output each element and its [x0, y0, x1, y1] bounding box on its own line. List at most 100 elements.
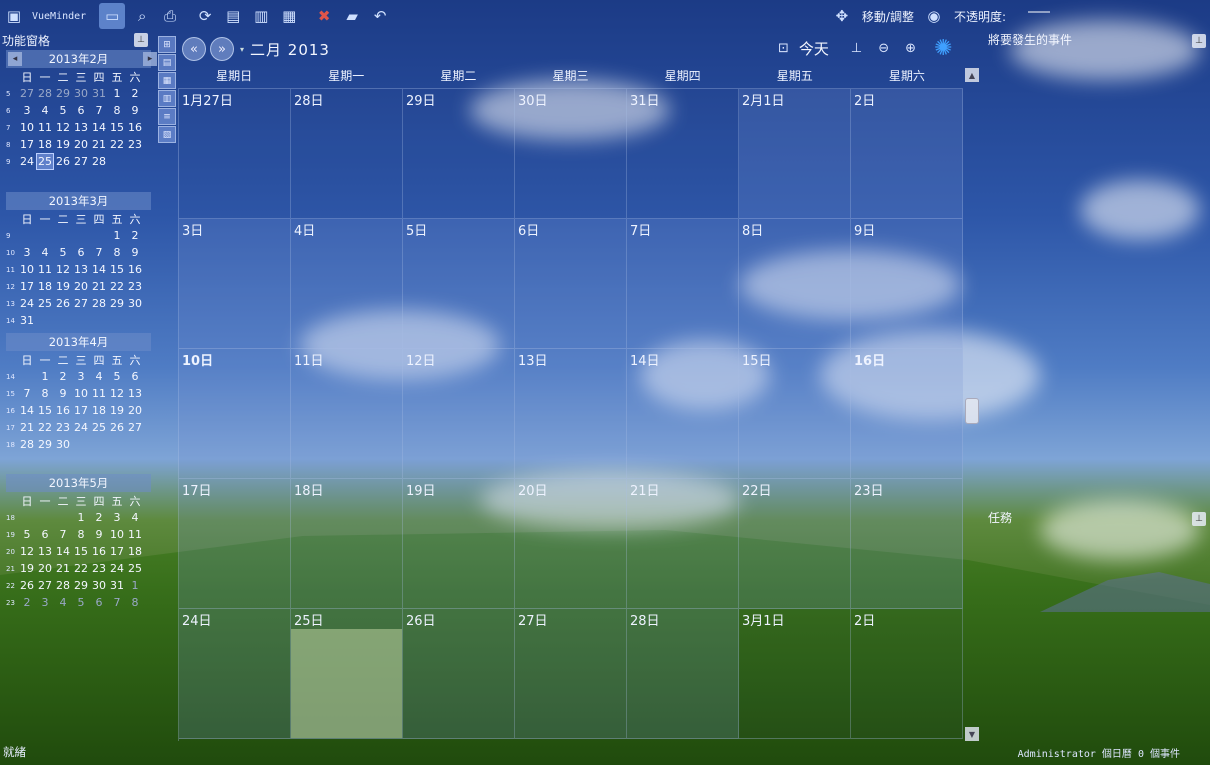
- mini-calendar-day[interactable]: 15: [108, 119, 126, 136]
- mini-calendar-day[interactable]: 11: [126, 526, 144, 543]
- mini-calendar-day[interactable]: 18: [36, 136, 54, 153]
- mini-calendar-day[interactable]: 13: [72, 119, 90, 136]
- mini-calendar-day[interactable]: 11: [90, 385, 108, 402]
- mini-calendar-day[interactable]: 7: [18, 385, 36, 402]
- mini-calendar-day[interactable]: 21: [90, 278, 108, 295]
- pin-icon[interactable]: ⊥: [1192, 34, 1206, 48]
- mini-calendar-day[interactable]: 8: [108, 244, 126, 261]
- mini-calendar-day[interactable]: 16: [126, 261, 144, 278]
- week-number[interactable]: 18: [6, 436, 18, 453]
- mini-calendar-day[interactable]: 20: [36, 560, 54, 577]
- week-number[interactable]: 19: [6, 526, 18, 543]
- mini-calendar-day[interactable]: 27: [126, 419, 144, 436]
- day-cell[interactable]: 10日: [179, 349, 291, 479]
- mini-calendar-day[interactable]: 31: [108, 577, 126, 594]
- new-note-icon[interactable]: ▦: [278, 5, 300, 27]
- day-cell[interactable]: 2日: [851, 89, 963, 219]
- day-cell[interactable]: 14日: [627, 349, 739, 479]
- mini-calendar-day[interactable]: 2: [54, 368, 72, 385]
- mini-calendar-day[interactable]: 9: [126, 102, 144, 119]
- mini-calendar-day[interactable]: 28: [90, 153, 108, 170]
- mini-calendar-day[interactable]: 7: [90, 102, 108, 119]
- mini-calendar-day[interactable]: 25: [126, 560, 144, 577]
- mini-calendar-day[interactable]: 4: [36, 244, 54, 261]
- week-number[interactable]: 21: [6, 560, 18, 577]
- mini-calendar-day[interactable]: 4: [126, 509, 144, 526]
- mini-calendar-day[interactable]: 13: [36, 543, 54, 560]
- mini-calendar-day[interactable]: 25: [90, 419, 108, 436]
- mini-calendar-day[interactable]: 23: [126, 278, 144, 295]
- mini-calendar-day[interactable]: 3: [72, 368, 90, 385]
- day-cell[interactable]: 22日: [739, 479, 851, 609]
- mini-calendar-day[interactable]: 5: [108, 368, 126, 385]
- mini-calendar-day[interactable]: 21: [18, 419, 36, 436]
- day-cell[interactable]: 7日: [627, 219, 739, 349]
- calendar-view-icon[interactable]: ▭: [99, 3, 126, 29]
- mini-calendar-day[interactable]: 6: [90, 594, 108, 611]
- mini-calendar-day[interactable]: 9: [54, 385, 72, 402]
- gear-icon[interactable]: ✺: [934, 36, 952, 61]
- mini-calendar-day[interactable]: 2: [18, 594, 36, 611]
- day-cell[interactable]: 19日: [403, 479, 515, 609]
- mini-calendar-day[interactable]: 8: [126, 594, 144, 611]
- week-number[interactable]: 13: [6, 295, 18, 312]
- day-cell[interactable]: 27日: [515, 609, 627, 739]
- mini-calendar-day[interactable]: 9: [126, 244, 144, 261]
- mini-calendar-day[interactable]: 16: [126, 119, 144, 136]
- mini-calendar-day[interactable]: 22: [36, 419, 54, 436]
- mini-calendar-day[interactable]: 24: [72, 419, 90, 436]
- day-cell[interactable]: 13日: [515, 349, 627, 479]
- mini-calendar-day[interactable]: 10: [18, 119, 36, 136]
- today-button[interactable]: 今天: [799, 38, 829, 59]
- mini-calendar-day[interactable]: 3: [108, 509, 126, 526]
- scroll-thumb[interactable]: [965, 398, 979, 424]
- mini-calendar-day[interactable]: 12: [18, 543, 36, 560]
- mini-calendar-day[interactable]: 17: [108, 543, 126, 560]
- mini-calendar-day[interactable]: 10: [72, 385, 90, 402]
- mini-calendar-day[interactable]: 11: [36, 261, 54, 278]
- mini-calendar-day[interactable]: 6: [72, 102, 90, 119]
- day-cell[interactable]: 20日: [515, 479, 627, 609]
- mini-calendar-day[interactable]: 12: [108, 385, 126, 402]
- mini-calendar-day[interactable]: 14: [90, 261, 108, 278]
- week-number[interactable]: 10: [6, 244, 18, 261]
- week-number[interactable]: 18: [6, 509, 18, 526]
- day-cell[interactable]: 15日: [739, 349, 851, 479]
- week-number[interactable]: 20: [6, 543, 18, 560]
- mini-calendar-day[interactable]: 16: [90, 543, 108, 560]
- week-number[interactable]: 17: [6, 419, 18, 436]
- mini-calendar-day[interactable]: 23: [126, 136, 144, 153]
- mini-calendar-day[interactable]: 28: [90, 295, 108, 312]
- mini-calendar-day[interactable]: 25: [36, 295, 54, 312]
- print-icon[interactable]: ⎙: [159, 5, 181, 27]
- mini-calendar-day[interactable]: 10: [18, 261, 36, 278]
- scroll-up-icon[interactable]: ▲: [965, 68, 979, 82]
- week-number[interactable]: 23: [6, 594, 18, 611]
- month-view-icon[interactable]: ▦: [158, 72, 176, 89]
- mini-calendar-day[interactable]: 26: [54, 153, 72, 170]
- mini-calendar-day[interactable]: 27: [72, 295, 90, 312]
- mini-calendar-day[interactable]: 9: [90, 526, 108, 543]
- mini-calendar-day[interactable]: 14: [18, 402, 36, 419]
- mini-calendar-day[interactable]: 6: [36, 526, 54, 543]
- delete-icon[interactable]: ✖: [313, 5, 335, 27]
- new-task-icon[interactable]: ▥: [250, 5, 272, 27]
- mini-calendar-day[interactable]: 6: [72, 244, 90, 261]
- mini-calendar-day[interactable]: 30: [90, 577, 108, 594]
- week-number[interactable]: 14: [6, 312, 18, 329]
- day-cell[interactable]: 31日: [627, 89, 739, 219]
- mini-calendar-day[interactable]: 24: [18, 295, 36, 312]
- mini-calendar-day[interactable]: 16: [54, 402, 72, 419]
- day-cell[interactable]: 29日: [403, 89, 515, 219]
- mini-calendar-day[interactable]: 17: [18, 136, 36, 153]
- day-cell[interactable]: 4日: [291, 219, 403, 349]
- day-cell[interactable]: 16日: [851, 349, 963, 479]
- day-cell[interactable]: 11日: [291, 349, 403, 479]
- mini-calendar-day[interactable]: 8: [72, 526, 90, 543]
- mini-calendar-day[interactable]: 5: [72, 594, 90, 611]
- mini-calendar-day[interactable]: 13: [126, 385, 144, 402]
- mini-calendar-day[interactable]: 26: [108, 419, 126, 436]
- scroll-down-icon[interactable]: ▼: [965, 727, 979, 741]
- week-number[interactable]: 15: [6, 385, 18, 402]
- day-cell[interactable]: 21日: [627, 479, 739, 609]
